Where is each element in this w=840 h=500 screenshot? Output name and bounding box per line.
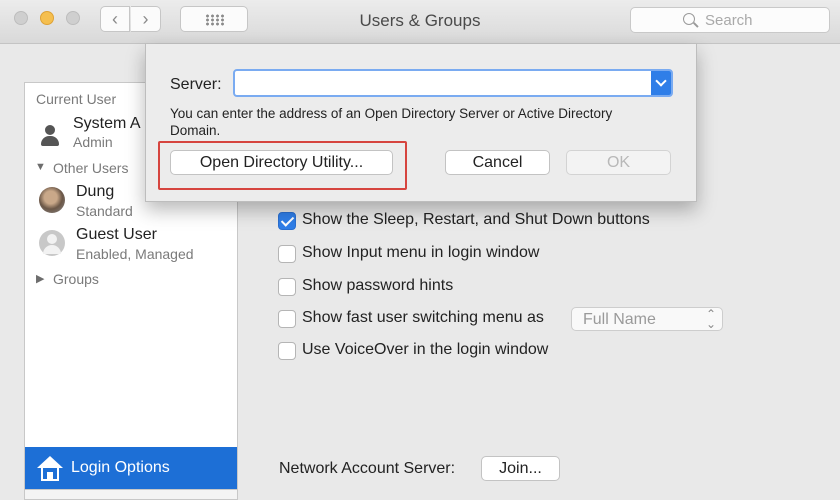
server-input[interactable] xyxy=(235,71,647,95)
checkbox-fast-user-switching[interactable] xyxy=(278,310,296,328)
server-hint-text: You can enter the address of an Open Dir… xyxy=(170,106,613,138)
disclosure-triangle-collapsed-icon[interactable]: ▶ xyxy=(36,272,44,285)
fast-user-switching-popup[interactable]: Full Name ⌃ ⌄ xyxy=(571,307,723,331)
sidebar-item-login-options[interactable]: Login Options xyxy=(25,447,237,491)
checkbox-label: Show Input menu in login window xyxy=(302,244,540,261)
user-role-dung: Standard xyxy=(76,203,133,219)
cancel-button[interactable]: Cancel xyxy=(445,150,550,175)
checkbox-voiceover[interactable] xyxy=(278,342,296,360)
annotation-highlight-box xyxy=(158,141,407,190)
current-user-role: Admin xyxy=(73,134,113,150)
checkbox-label: Show fast user switching menu as xyxy=(302,309,544,326)
server-label: Server: xyxy=(170,76,222,93)
other-users-header: Other Users xyxy=(53,160,129,176)
join-button[interactable]: Join... xyxy=(481,456,560,481)
user-name-guest[interactable]: Guest User xyxy=(76,226,157,244)
checkbox-label: Show the Sleep, Restart, and Shut Down b… xyxy=(302,211,650,228)
groups-header[interactable]: Groups xyxy=(53,271,99,287)
disclosure-triangle-expanded-icon[interactable]: ▼ xyxy=(35,161,46,173)
search-placeholder: Search xyxy=(705,12,753,29)
title-bar: ‹ › Users & Groups Search xyxy=(0,0,840,44)
server-combo-box[interactable] xyxy=(233,69,673,97)
current-user-name[interactable]: System A xyxy=(73,115,141,133)
checkbox-sleep-restart[interactable] xyxy=(278,212,296,230)
ok-button[interactable]: OK xyxy=(566,150,671,175)
popup-selected-value: Full Name xyxy=(583,311,656,328)
search-field[interactable]: Search xyxy=(630,7,830,33)
checkbox-label: Use VoiceOver in the login window xyxy=(302,341,549,358)
search-icon xyxy=(683,13,695,25)
user-name-dung[interactable]: Dung xyxy=(76,183,114,201)
user-silhouette-icon xyxy=(41,125,59,147)
checkbox-input-menu[interactable] xyxy=(278,245,296,263)
sidebar-footer-bar xyxy=(24,489,238,500)
login-options-label: Login Options xyxy=(71,459,170,476)
chevron-down-icon[interactable] xyxy=(651,71,671,95)
current-user-header: Current User xyxy=(36,91,117,107)
network-account-server-label: Network Account Server: xyxy=(279,460,456,477)
guest-avatar-icon xyxy=(39,230,65,256)
user-photo-avatar xyxy=(39,187,65,213)
checkbox-password-hints[interactable] xyxy=(278,278,296,296)
house-icon xyxy=(37,456,63,482)
user-role-guest: Enabled, Managed xyxy=(76,246,194,262)
checkbox-label: Show password hints xyxy=(302,277,454,294)
up-down-chevron-icon: ⌃ ⌄ xyxy=(705,307,716,331)
